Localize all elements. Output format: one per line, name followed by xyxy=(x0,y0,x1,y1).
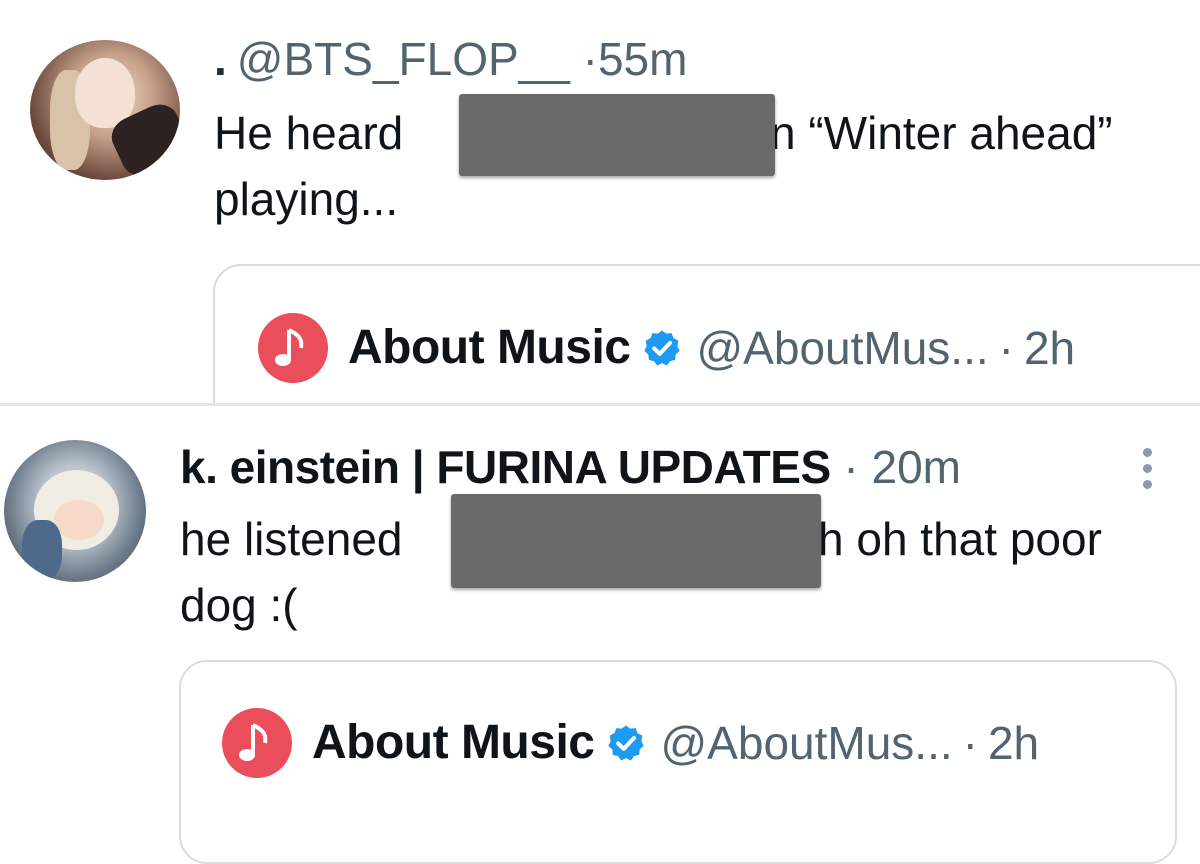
music-note-icon[interactable] xyxy=(222,708,292,778)
quoted-user-handle[interactable]: @AboutMus... xyxy=(660,720,952,766)
quoted-tweet-header: About Music @AboutMus... · 2h xyxy=(258,313,1075,383)
quoted-timestamp[interactable]: 2h xyxy=(988,720,1039,766)
music-note-icon[interactable] xyxy=(258,313,328,383)
tweet-text-start: He heard xyxy=(214,107,404,159)
tweet-text-line2: dog :( xyxy=(180,579,298,631)
quoted-tweet-header: About Music @AboutMus... · 2h xyxy=(222,708,1039,778)
redaction-box xyxy=(451,494,821,588)
tweet-text-end: h oh that poor xyxy=(818,513,1102,565)
timestamp[interactable]: 55m xyxy=(598,33,687,85)
display-name[interactable]: k. einstein | FURINA UPDATES xyxy=(180,441,831,493)
separator: · xyxy=(843,441,859,493)
quoted-display-name[interactable]: About Music xyxy=(348,324,631,372)
tweet-header: k. einstein | FURINA UPDATES · 20m xyxy=(180,444,961,490)
tweet-header: . @BTS_FLOP__ ·55m xyxy=(214,36,687,82)
tweet-1[interactable]: . @BTS_FLOP__ ·55m He heard n “Winter ahe… xyxy=(0,0,1200,404)
separator: · xyxy=(998,322,1014,374)
redaction-box xyxy=(459,94,775,176)
more-options-icon[interactable] xyxy=(1138,448,1156,493)
verified-badge-icon xyxy=(644,330,681,366)
avatar[interactable] xyxy=(4,440,146,582)
quoted-timestamp[interactable]: 2h xyxy=(1024,325,1075,371)
tweet-text-end: n “Winter ahead” xyxy=(770,107,1113,159)
avatar[interactable] xyxy=(30,40,180,180)
verified-badge-icon xyxy=(608,725,645,761)
separator: · xyxy=(962,717,978,769)
timestamp[interactable]: 20m xyxy=(872,441,961,493)
user-handle[interactable]: @BTS_FLOP__ xyxy=(237,33,570,85)
separator: · xyxy=(582,33,598,85)
tweet-text-start: he listened xyxy=(180,513,403,565)
quoted-display-name[interactable]: About Music xyxy=(312,719,595,767)
quoted-user-handle[interactable]: @AboutMus... xyxy=(696,325,988,371)
tweet-text-line2: playing... xyxy=(214,173,399,225)
display-name[interactable]: . xyxy=(214,33,227,85)
